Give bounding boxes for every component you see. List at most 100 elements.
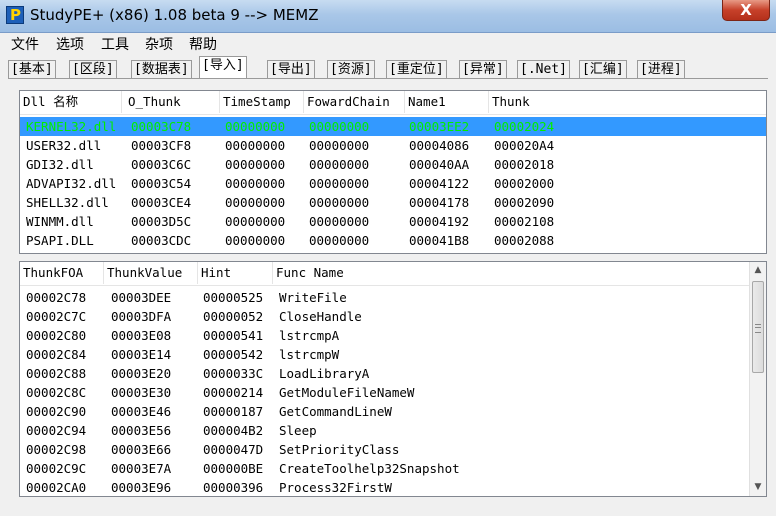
col-dll-name[interactable]: Dll 名称 (20, 91, 122, 113)
col-o-thunk[interactable]: O_Thunk (125, 91, 220, 113)
tab-data-directories[interactable]: [数据表] (131, 60, 192, 78)
col-thunk-value[interactable]: ThunkValue (104, 262, 198, 284)
col-func-name[interactable]: Func Name (273, 262, 750, 284)
col-thunk-foa[interactable]: ThunkFOA (20, 262, 104, 284)
thunk-foa-cell: 00002C84 (26, 347, 87, 362)
dll-row[interactable]: KERNEL32.dll 00003C78 00000000 00000000 … (20, 117, 766, 136)
dll-row[interactable]: PSAPI.DLL 00003CDC 00000000 00000000 000… (20, 231, 766, 250)
dll-name-cell: KERNEL32.dll (26, 119, 117, 134)
thunk-value-cell: 00003E20 (111, 366, 172, 381)
function-row[interactable]: 00002C90 00003E46 00000187 GetCommandLin… (20, 402, 766, 421)
forward-chain-cell: 00000000 (309, 195, 370, 210)
thunk-cell: 00002024 (494, 119, 555, 134)
name1-cell: 00003EE2 (409, 119, 470, 134)
hint-cell: 00000214 (203, 385, 264, 400)
tab-sections[interactable]: [区段] (69, 60, 117, 78)
thunk-value-cell: 00003E7A (111, 461, 172, 476)
func-name-cell: lstrcmpA (279, 328, 340, 343)
function-row[interactable]: 00002C78 00003DEE 00000525 WriteFile (20, 288, 766, 307)
function-row[interactable]: 00002C8C 00003E30 00000214 GetModuleFile… (20, 383, 766, 402)
function-row[interactable]: 00002C98 00003E66 0000047D SetPriorityCl… (20, 440, 766, 459)
forward-chain-cell: 00000000 (309, 119, 370, 134)
name1-cell: 000040AA (409, 157, 470, 172)
thunk-value-cell: 00003E46 (111, 404, 172, 419)
function-row[interactable]: 00002C9C 00003E7A 000000BE CreateToolhel… (20, 459, 766, 478)
timestamp-cell: 00000000 (225, 138, 286, 153)
hint-cell: 00000542 (203, 347, 264, 362)
tab-exceptions[interactable]: [异常] (459, 60, 507, 78)
timestamp-cell: 00000000 (225, 195, 286, 210)
col-name1[interactable]: Name1 (405, 91, 489, 113)
scroll-down-arrow-icon[interactable]: ▼ (750, 479, 766, 496)
thunk-foa-cell: 00002C94 (26, 423, 87, 438)
thunk-cell: 000020A4 (494, 138, 555, 153)
menu-options[interactable]: 选项 (56, 34, 84, 54)
thunk-foa-cell: 00002C9C (26, 461, 87, 476)
hint-cell: 00000525 (203, 290, 264, 305)
func-name-cell: CreateToolhelp32Snapshot (279, 461, 460, 476)
hint-cell: 00000396 (203, 480, 264, 495)
tab-resources[interactable]: [资源] (327, 60, 375, 78)
col-thunk[interactable]: Thunk (489, 91, 766, 113)
dll-row[interactable]: GDI32.dll 00003C6C 00000000 00000000 000… (20, 155, 766, 174)
scroll-up-arrow-icon[interactable]: ▲ (750, 262, 766, 279)
o-thunk-cell: 00003D5C (131, 214, 192, 229)
dll-list[interactable]: Dll 名称 O_Thunk TimeStamp FowardChain Nam… (19, 90, 767, 254)
o-thunk-cell: 00003CDC (131, 233, 192, 248)
thunk-value-cell: 00003DFA (111, 309, 172, 324)
tab-exports[interactable]: [导出] (267, 60, 315, 78)
menu-tools[interactable]: 工具 (101, 34, 129, 54)
dll-row[interactable]: USER32.dll 00003CF8 00000000 00000000 00… (20, 136, 766, 155)
menu-file[interactable]: 文件 (11, 34, 39, 54)
thunk-foa-cell: 00002C88 (26, 366, 87, 381)
hint-cell: 0000047D (203, 442, 264, 457)
close-button[interactable]: X (722, 0, 770, 21)
function-row[interactable]: 00002C88 00003E20 0000033C LoadLibraryA (20, 364, 766, 383)
timestamp-cell: 00000000 (225, 233, 286, 248)
tab-imports[interactable]: [导入] (199, 56, 247, 78)
col-hint[interactable]: Hint (198, 262, 273, 284)
function-row[interactable]: 00002CA0 00003E96 00000396 Process32Firs… (20, 478, 766, 496)
menu-misc[interactable]: 杂项 (145, 34, 173, 54)
thunk-value-cell: 00003E96 (111, 480, 172, 495)
name1-cell: 00004086 (409, 138, 470, 153)
menu-help[interactable]: 帮助 (189, 34, 217, 54)
thunk-cell: 00002108 (494, 214, 555, 229)
func-name-cell: GetModuleFileNameW (279, 385, 415, 400)
col-forward-chain[interactable]: FowardChain (304, 91, 405, 113)
thunk-cell: 00002088 (494, 233, 555, 248)
func-name-cell: WriteFile (279, 290, 347, 305)
function-row[interactable]: 00002C94 00003E56 000004B2 Sleep (20, 421, 766, 440)
thunk-foa-cell: 00002C8C (26, 385, 87, 400)
dll-row[interactable]: ADVAPI32.dll 00003C54 00000000 00000000 … (20, 174, 766, 193)
func-name-cell: Process32FirstW (279, 480, 392, 495)
thunk-value-cell: 00003E66 (111, 442, 172, 457)
tab-relocations[interactable]: [重定位] (386, 60, 447, 78)
timestamp-cell: 00000000 (225, 176, 286, 191)
thunk-foa-cell: 00002C7C (26, 309, 87, 324)
function-row[interactable]: 00002C84 00003E14 00000542 lstrcmpW (20, 345, 766, 364)
studype-app-icon[interactable] (6, 6, 24, 24)
thunk-foa-cell: 00002C90 (26, 404, 87, 419)
dll-row[interactable]: WINMM.dll 00003D5C 00000000 00000000 000… (20, 212, 766, 231)
scrollbar-thumb[interactable] (752, 281, 764, 373)
col-timestamp[interactable]: TimeStamp (220, 91, 304, 113)
function-row[interactable]: 00002C7C 00003DFA 00000052 CloseHandle (20, 307, 766, 326)
tab-divider (8, 78, 768, 79)
function-list-scrollbar[interactable]: ▲ ▼ (749, 262, 766, 496)
name1-cell: 00004122 (409, 176, 470, 191)
dll-row[interactable]: SHELL32.dll 00003CE4 00000000 00000000 0… (20, 193, 766, 212)
tab-disassembly[interactable]: [汇编] (579, 60, 627, 78)
hint-cell: 000004B2 (203, 423, 264, 438)
tab-process[interactable]: [进程] (637, 60, 685, 78)
tab-basic[interactable]: [基本] (8, 60, 56, 78)
function-row[interactable]: 00002C80 00003E08 00000541 lstrcmpA (20, 326, 766, 345)
func-name-cell: lstrcmpW (279, 347, 340, 362)
function-list[interactable]: ThunkFOA ThunkValue Hint Func Name 00002… (19, 261, 767, 497)
thunk-value-cell: 00003DEE (111, 290, 172, 305)
thunk-value-cell: 00003E30 (111, 385, 172, 400)
name1-cell: 00004178 (409, 195, 470, 210)
forward-chain-cell: 00000000 (309, 157, 370, 172)
forward-chain-cell: 00000000 (309, 233, 370, 248)
tab-dotnet[interactable]: [.Net] (517, 60, 570, 78)
